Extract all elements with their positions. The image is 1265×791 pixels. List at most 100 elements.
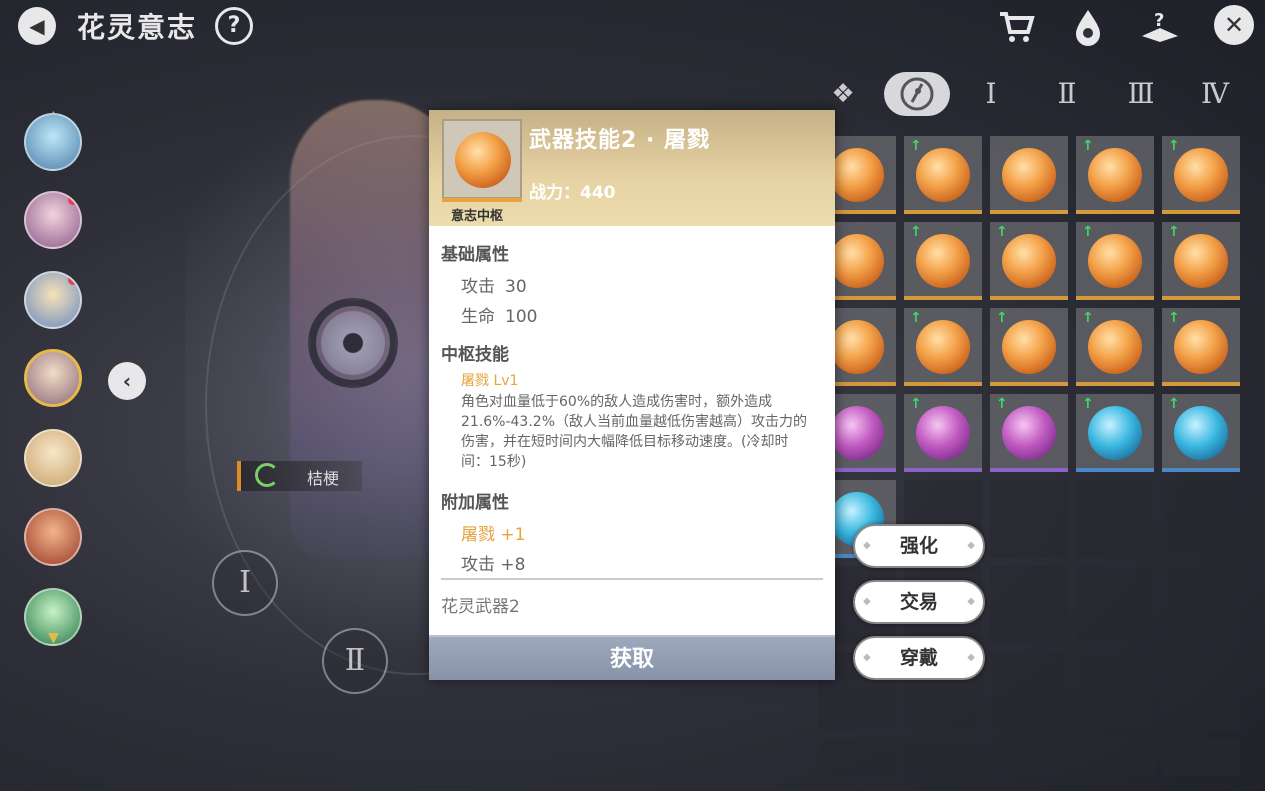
- orange-orb-icon: [1174, 320, 1228, 374]
- skill-name: 屠戮 Lv1: [461, 373, 519, 389]
- orange-orb-icon: [830, 234, 884, 288]
- stat-name: 生命: [461, 307, 495, 327]
- extra-stat: 攻击 +8: [461, 555, 526, 575]
- upgrade-arrow-icon: ↑: [1082, 224, 1094, 240]
- back-button[interactable]: ◀: [18, 7, 56, 45]
- stat-value: 100: [505, 307, 538, 327]
- inventory-slot[interactable]: ↑: [904, 136, 982, 214]
- extra-attributes-title: 附加属性: [441, 493, 509, 513]
- slot-1-button[interactable]: Ⅰ: [212, 550, 278, 616]
- slot-2-button[interactable]: Ⅱ: [322, 628, 388, 694]
- collapse-arrow-button[interactable]: ‹: [108, 362, 146, 400]
- item-name: 花灵武器2: [441, 597, 520, 617]
- core-skill-title: 中枢技能: [441, 345, 509, 365]
- upgrade-arrow-icon: ↑: [996, 224, 1008, 240]
- upgrade-arrow-icon: ↑: [910, 396, 922, 412]
- enhance-button[interactable]: 强化: [853, 524, 985, 568]
- empty-slot: [1076, 480, 1154, 558]
- inventory-slot[interactable]: ↑: [1076, 394, 1154, 472]
- empty-slot: [1076, 738, 1154, 776]
- item-detail-popup: 意志中枢 武器技能2 · 屠戮 战力：440 基础属性 攻击 30 生命 100 中…: [429, 110, 835, 680]
- inventory-slot[interactable]: ↑: [1162, 308, 1240, 386]
- avatar[interactable]: [24, 271, 82, 329]
- inventory-slot[interactable]: ↑: [990, 394, 1068, 472]
- help-button[interactable]: ?: [215, 7, 253, 45]
- inventory-slot[interactable]: ↑: [1162, 222, 1240, 300]
- close-button[interactable]: ✕: [1214, 5, 1254, 45]
- orange-orb-icon: [916, 320, 970, 374]
- upgrade-arrow-icon: ↑: [1168, 138, 1180, 154]
- obtain-button[interactable]: 获取: [429, 635, 835, 680]
- upgrade-arrow-icon: ↑: [996, 310, 1008, 326]
- book-question-icon[interactable]: ?: [1140, 6, 1180, 46]
- inventory-slot[interactable]: ↑: [904, 394, 982, 472]
- inventory-slot[interactable]: ↑: [990, 308, 1068, 386]
- upgrade-arrow-icon: ↑: [996, 396, 1008, 412]
- upgrade-arrow-icon: ↑: [1168, 224, 1180, 240]
- avatar-selected[interactable]: [24, 349, 82, 407]
- purple-orb-icon: [916, 406, 970, 460]
- orange-orb-icon: [1174, 234, 1228, 288]
- empty-slot: [1076, 652, 1154, 730]
- avatar[interactable]: [24, 113, 82, 171]
- orange-orb-icon: [1002, 234, 1056, 288]
- extra-bonus: 屠戮 +1: [461, 525, 526, 545]
- inventory-slot[interactable]: ↑: [1076, 308, 1154, 386]
- orange-orb-icon: [1002, 320, 1056, 374]
- upgrade-arrow-icon: ↑: [910, 224, 922, 240]
- orange-orb-icon: [1174, 148, 1228, 202]
- flower-drop-icon[interactable]: [1068, 6, 1108, 46]
- inventory-slot[interactable]: ↑: [904, 308, 982, 386]
- character-name: 桔梗: [307, 469, 340, 488]
- tab-core[interactable]: [884, 72, 950, 116]
- empty-slot: [1162, 738, 1240, 776]
- upgrade-arrow-icon: ↑: [1168, 310, 1180, 326]
- back-arrow-icon: ◀: [29, 14, 45, 38]
- svg-text:?: ?: [1154, 10, 1164, 31]
- purple-orb-icon: [1002, 406, 1056, 460]
- stat-row: 生命 100: [461, 302, 537, 327]
- notification-dot: [68, 275, 78, 285]
- inventory-slot[interactable]: ↑: [904, 222, 982, 300]
- element-swirl-icon: [255, 463, 279, 487]
- inventory-slot[interactable]: ↑: [1076, 222, 1154, 300]
- stat-row: 攻击 30: [461, 272, 527, 297]
- shop-cart-icon[interactable]: [996, 6, 1036, 46]
- avatar[interactable]: [24, 429, 82, 487]
- empty-slot: [1162, 480, 1240, 558]
- tab-slot-1[interactable]: Ⅰ: [968, 72, 1014, 116]
- base-attributes-title: 基础属性: [441, 245, 509, 265]
- tab-slot-3[interactable]: Ⅲ: [1118, 72, 1164, 116]
- upgrade-arrow-icon: ↑: [910, 310, 922, 326]
- empty-slot: [990, 566, 1068, 644]
- rarity-bar: [442, 198, 522, 202]
- orange-orb-icon: [1088, 148, 1142, 202]
- empty-slot: [990, 480, 1068, 558]
- scroll-down-icon[interactable]: ▼: [48, 630, 59, 646]
- stat-name: 攻击: [461, 277, 495, 297]
- tab-slot-2[interactable]: Ⅱ: [1044, 72, 1090, 116]
- upgrade-arrow-icon: ↑: [1082, 396, 1094, 412]
- empty-slot: [1162, 652, 1240, 730]
- avatar[interactable]: [24, 191, 82, 249]
- trade-button[interactable]: 交易: [853, 580, 985, 624]
- popup-body: 基础属性 攻击 30 生命 100 中枢技能 屠戮 Lv1 角色对血量低于60%的敌…: [429, 226, 835, 632]
- weapon-orb-icon: [455, 132, 511, 188]
- skill-description: 角色对血量低于60%的敌人造成伤害时，额外造成21.6%-43.2%（敌人当前血…: [461, 394, 807, 470]
- empty-slot: [990, 738, 1068, 776]
- inventory-slot[interactable]: [990, 136, 1068, 214]
- inventory-slot[interactable]: ↑: [1162, 394, 1240, 472]
- stat-value: 30: [505, 277, 527, 297]
- purple-orb-icon: [830, 406, 884, 460]
- orange-orb-icon: [1088, 320, 1142, 374]
- upgrade-arrow-icon: ↑: [1168, 396, 1180, 412]
- page-title: 花灵意志: [77, 11, 198, 44]
- inventory-slot[interactable]: ↑: [990, 222, 1068, 300]
- upgrade-arrow-icon: ↑: [910, 138, 922, 154]
- tab-slot-4[interactable]: Ⅳ: [1192, 72, 1238, 116]
- equip-button[interactable]: 穿戴: [853, 636, 985, 680]
- inventory-slot[interactable]: ↑: [1162, 136, 1240, 214]
- avatar[interactable]: [24, 508, 82, 566]
- inventory-slot[interactable]: ↑: [1076, 136, 1154, 214]
- character-name-tag: 桔梗: [237, 461, 362, 491]
